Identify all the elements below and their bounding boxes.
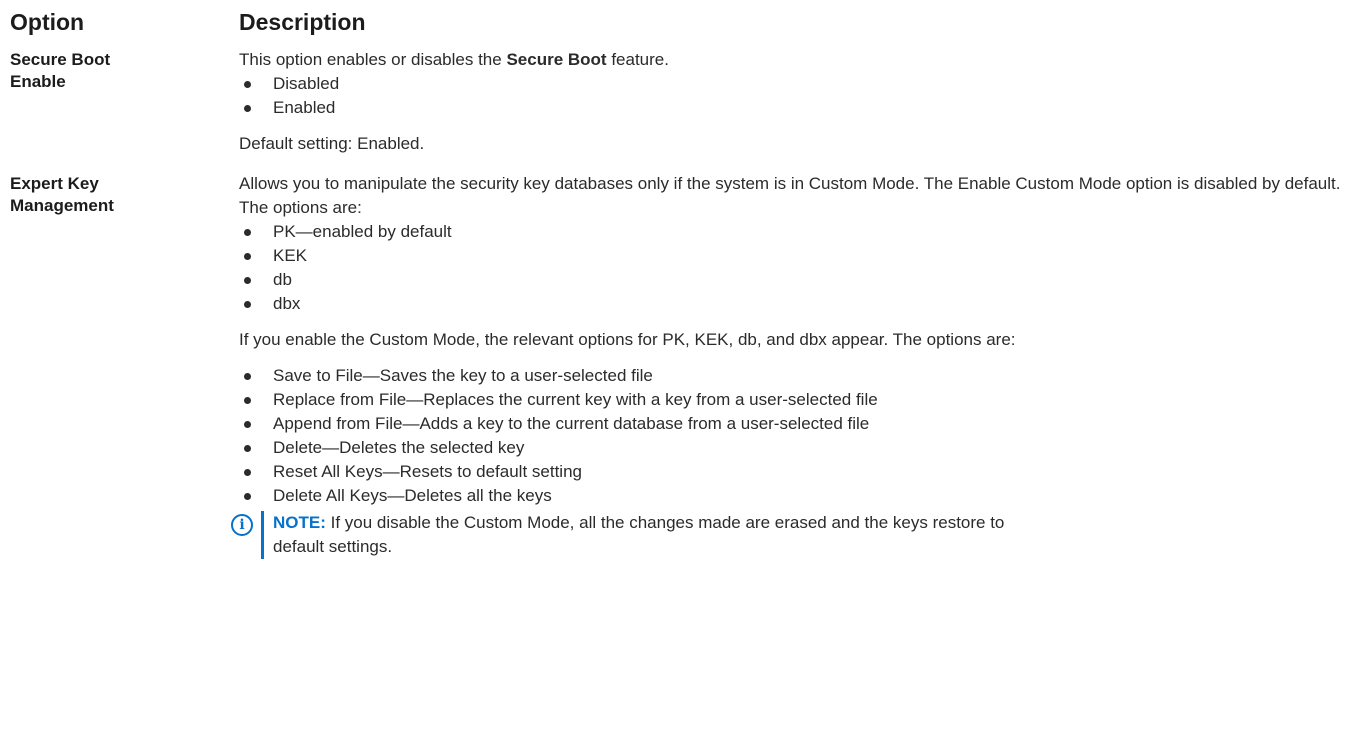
option-description: This option enables or disables the Secu… [239,48,1350,156]
option-name: Expert Key Management [10,172,239,217]
list-item: Replace from File—Replaces the current k… [239,388,1350,412]
note-callout: i NOTE: If you disable the Custom Mode, … [231,511,1350,559]
note-body: If you disable the Custom Mode, all the … [325,513,1005,532]
custom-mode-options-list: Save to File—Saves the key to a user-sel… [239,364,1350,508]
intro-text: feature. [606,50,669,69]
list-item: Enabled [239,96,1350,120]
description-intro: Allows you to manipulate the security ke… [239,174,1341,217]
list-item: db [239,268,1350,292]
info-circle-icon: i [231,514,253,536]
list-item: Disabled [239,72,1350,96]
list-item: KEK [239,244,1350,268]
note-label: NOTE: [273,513,326,532]
table-header: Option Description [10,0,1350,44]
option-name-line: Secure Boot [10,50,111,69]
header-option: Option [10,8,85,35]
option-description: Allows you to manipulate the security ke… [231,172,1350,559]
intro-text: This option enables or disables the [239,50,507,69]
note-accent-bar [261,511,264,559]
option-name: Secure Boot Enable [10,48,239,93]
list-item: PK—enabled by default [239,220,1350,244]
key-database-list: PK—enabled by default KEK db dbx [239,220,1350,316]
table-row-secure-boot-enable: Secure Boot Enable This option enables o… [10,48,1350,156]
list-item: Save to File—Saves the key to a user-sel… [239,364,1350,388]
custom-mode-intro: If you enable the Custom Mode, the relev… [239,330,1016,349]
option-values-list: Disabled Enabled [239,72,1350,120]
option-name-line: Enable [10,72,66,91]
list-item: dbx [239,292,1350,316]
intro-bold-text: Secure Boot [506,50,607,69]
note-text: NOTE: If you disable the Custom Mode, al… [273,511,1350,559]
header-description: Description [239,8,366,35]
list-item: Delete—Deletes the selected key [239,436,1350,460]
document-table: Option Description Secure Boot Enable Th… [10,0,1350,559]
description-intro: This option enables or disables the Secu… [239,48,1350,72]
list-item: Delete All Keys—Deletes all the keys [239,484,1350,508]
list-item: Append from File—Adds a key to the curre… [239,412,1350,436]
default-setting: Default setting: Enabled. [239,134,425,153]
note-body: default settings. [273,537,393,556]
option-name-line: Management [10,196,114,215]
list-item: Reset All Keys—Resets to default setting [239,460,1350,484]
option-name-line: Expert Key [10,174,99,193]
table-row-expert-key-management: Expert Key Management Allows you to mani… [10,172,1350,559]
